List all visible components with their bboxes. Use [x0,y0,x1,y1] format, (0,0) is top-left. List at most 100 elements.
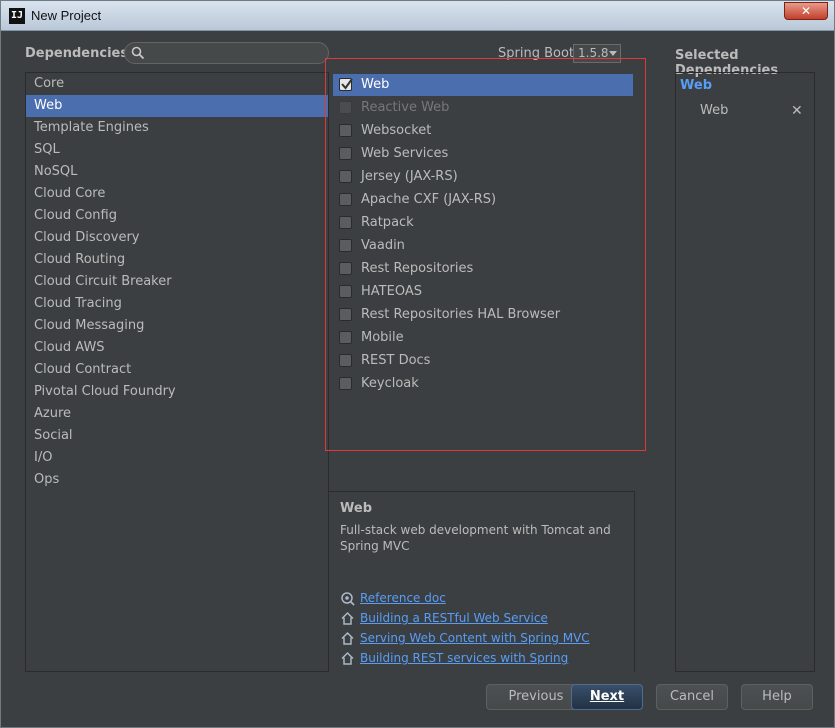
link-label: Building a RESTful Web Service [360,611,548,625]
dependency-label: Apache CXF (JAX-RS) [361,192,497,207]
dependency-checkbox[interactable] [339,354,352,367]
reference-doc-link[interactable]: Reference doc [340,589,446,607]
dependency-checkbox[interactable] [339,331,352,344]
category-item[interactable]: Cloud AWS [26,337,328,359]
dependency-item[interactable]: Jersey (JAX-RS) [333,166,633,188]
dependency-item[interactable]: Keycloak [333,373,633,395]
guide-link-rest-services[interactable]: Building REST services with Spring [340,649,568,667]
dependency-label: Web Services [361,146,449,161]
category-item[interactable]: Core [26,73,328,95]
dependency-label: Keycloak [361,376,419,391]
guide-link-restful-web-service[interactable]: Building a RESTful Web Service [340,609,548,627]
guide-link-serving-web-content[interactable]: Serving Web Content with Spring MVC [340,629,590,647]
category-item[interactable]: I/O [26,447,328,469]
category-item[interactable]: Social [26,425,328,447]
link-label: Serving Web Content with Spring MVC [360,631,590,645]
dependency-item[interactable]: Websocket [333,120,633,142]
window-title: New Project [31,8,102,23]
remove-icon[interactable]: ✕ [791,103,803,119]
next-button-label: Next [589,689,625,704]
intellij-app-icon: IJ [9,8,25,24]
dependency-item[interactable]: HATEOAS [333,281,633,303]
dependency-checkbox[interactable] [339,193,352,206]
dependency-item[interactable]: REST Docs [333,350,633,372]
chevron-down-icon [609,51,617,56]
dependency-label: Rest Repositories [361,261,474,276]
category-item[interactable]: Cloud Circuit Breaker [26,271,328,293]
dependency-label: Mobile [361,330,404,345]
dependency-label: Jersey (JAX-RS) [361,169,458,184]
title-bar[interactable]: IJ New Project ✕ [1,1,834,31]
category-list: Core Web Template Engines SQL NoSQL Cloud Cor… [25,72,329,672]
dependencies-label: Dependencies [25,46,129,61]
dependency-checkbox[interactable] [339,262,352,275]
link-label: Reference doc [360,591,446,605]
dependency-checkbox[interactable] [339,377,352,390]
dependency-label: Websocket [361,123,432,138]
dependency-label: Web [361,77,390,92]
cancel-button-label: Cancel [669,689,715,704]
dependency-item[interactable]: Vaadin [333,235,633,257]
guide-home-icon [341,631,354,645]
dependency-item[interactable]: Apache CXF (JAX-RS) [333,189,633,211]
category-item[interactable]: Pivotal Cloud Foundry [26,381,328,403]
category-item[interactable]: Azure [26,403,328,425]
dependency-label: Rest Repositories HAL Browser [361,307,561,322]
link-label: Building REST services with Spring [360,651,569,665]
category-item[interactable]: SQL [26,139,328,161]
category-item[interactable]: Ops [26,469,328,491]
selected-dependencies-panel: Web Web ✕ [675,72,815,672]
category-item[interactable]: Cloud Messaging [26,315,328,337]
category-item[interactable]: Cloud Tracing [26,293,328,315]
selected-group-label: Web [680,78,712,93]
dependency-label: REST Docs [361,353,431,368]
dependency-checkbox[interactable] [339,78,353,91]
dependency-checkbox[interactable] [339,285,352,298]
category-item[interactable]: NoSQL [26,161,328,183]
dependency-search-input[interactable] [124,42,329,64]
dependency-checkbox [339,101,352,114]
close-window-button[interactable]: ✕ [784,2,828,20]
help-button-label: Help [762,689,792,704]
dependency-checkbox[interactable] [339,147,352,160]
spring-boot-version-select[interactable]: 1.5.8 [573,44,621,63]
dependency-checkbox[interactable] [339,239,352,252]
dependency-list: Web Reactive Web Websocket Web Services Jers… [329,72,635,491]
spring-boot-label: Spring Boot [498,46,575,61]
dependency-checkbox[interactable] [339,124,352,137]
description-title: Web [340,501,372,516]
next-button[interactable]: Next [571,684,643,710]
category-item[interactable]: Cloud Routing [26,249,328,271]
category-item[interactable]: Web [26,95,328,117]
cancel-button[interactable]: Cancel [656,684,728,710]
dependency-item[interactable]: Rest Repositories HAL Browser [333,304,633,326]
dependency-item[interactable]: Ratpack [333,212,633,234]
category-item[interactable]: Cloud Discovery [26,227,328,249]
dependency-label: Reactive Web [361,100,450,115]
dependency-item[interactable]: Mobile [333,327,633,349]
category-item[interactable]: Template Engines [26,117,328,139]
dependency-checkbox[interactable] [339,308,352,321]
dependency-item[interactable]: Rest Repositories [333,258,633,280]
dependency-item[interactable]: Reactive Web [333,97,633,119]
dependency-checkbox[interactable] [339,170,352,183]
category-item[interactable]: Cloud Config [26,205,328,227]
previous-button-label: Previous [508,689,564,704]
dependency-item[interactable]: Web Services [333,143,633,165]
help-button[interactable]: Help [741,684,813,710]
spring-boot-version-value: 1.5.8 [578,46,609,60]
guide-home-icon [341,651,354,665]
dialog-content: Dependencies Spring Boot 1.5.8 Selected … [9,32,828,721]
dependency-item[interactable]: Web [333,74,633,96]
checkmark-icon [341,78,353,90]
dependency-description-panel: Web Full-stack web development with Tomc… [329,491,635,672]
description-text: Full-stack web development with Tomcat a… [340,523,611,553]
dependency-checkbox[interactable] [339,216,352,229]
search-icon [131,46,145,60]
dependency-label: Ratpack [361,215,414,230]
category-item[interactable]: Cloud Contract [26,359,328,381]
category-item[interactable]: Cloud Core [26,183,328,205]
dependency-label: HATEOAS [361,284,422,299]
guide-home-icon [341,611,354,625]
dependency-label: Vaadin [361,238,405,253]
